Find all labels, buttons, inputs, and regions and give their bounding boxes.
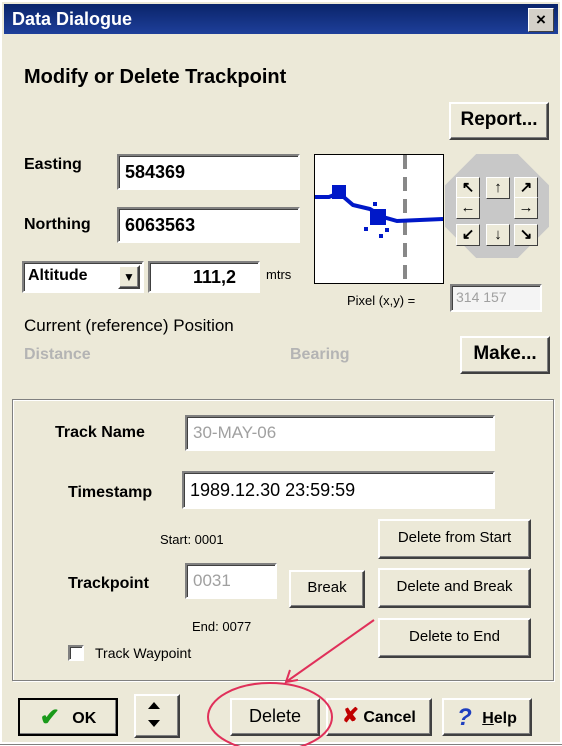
delete-button[interactable]: Delete [230, 698, 320, 736]
altitude-select[interactable]: Altitude ▼ [22, 261, 144, 293]
ok-button[interactable]: ✔ OK [18, 698, 118, 736]
distance-label: Distance [24, 346, 91, 363]
pixel-field: 314 157 [450, 284, 542, 312]
delete-from-start-button[interactable]: Delete from Start [378, 519, 531, 559]
trackpoint-field[interactable]: 0031 [185, 563, 277, 599]
current-trackpoint-marker [370, 209, 386, 225]
cancel-button[interactable]: ✘ Cancel [326, 698, 432, 736]
title-bar[interactable]: Data Dialogue × [4, 4, 558, 34]
make-button[interactable]: Make... [460, 336, 550, 374]
track-waypoint-label: Track Waypoint [95, 645, 192, 661]
track-waypoint-checkbox[interactable] [68, 645, 84, 661]
report-button[interactable]: Report... [449, 102, 549, 140]
question-icon: ? [457, 704, 472, 731]
delete-and-break-button[interactable]: Delete and Break [378, 568, 531, 608]
altitude-field[interactable]: 111,2 [148, 261, 260, 293]
trackpoint-label: Trackpoint [68, 575, 149, 592]
altitude-select-value: Altitude [28, 267, 88, 284]
timestamp-field[interactable]: 1989.12.30 23:59:59 [182, 471, 495, 509]
data-dialogue-window: Data Dialogue × Modify or Delete Trackpo… [0, 0, 562, 746]
close-button[interactable]: × [528, 8, 554, 32]
pan-south-icon[interactable]: ↓ [486, 224, 510, 246]
pan-east-icon[interactable]: → [514, 197, 538, 219]
easting-field[interactable]: 584369 [117, 154, 300, 190]
dialog-heading: Modify or Delete Trackpoint [24, 66, 287, 88]
pan-north-icon[interactable]: ↑ [486, 177, 510, 199]
cross-icon: ✘ [342, 705, 359, 727]
pixel-label: Pixel (x,y) = [347, 293, 416, 308]
pan-southeast-icon[interactable]: ↘ [514, 224, 538, 246]
end-text: End: 0077 [192, 619, 252, 634]
help-label: Help [482, 710, 517, 727]
trackpoint-marker [332, 185, 346, 199]
checkmark-icon: ✔ [39, 704, 60, 731]
start-text: Start: 0001 [160, 532, 224, 547]
easting-label: Easting [24, 156, 82, 173]
window-title: Data Dialogue [12, 9, 133, 29]
timestamp-label: Timestamp [68, 484, 153, 501]
pan-northwest-icon[interactable]: ↖ [456, 177, 480, 199]
help-button[interactable]: ? Help [442, 698, 532, 736]
pan-northeast-icon[interactable]: ↗ [514, 177, 538, 199]
cancel-label: Cancel [363, 709, 416, 726]
current-position-label: Current (reference) Position [24, 316, 234, 335]
spinner-down-icon[interactable] [148, 720, 160, 727]
pan-southwest-icon[interactable]: ↙ [456, 224, 480, 246]
northing-label: Northing [24, 216, 91, 233]
chevron-down-icon[interactable]: ▼ [118, 265, 140, 289]
track-name-field[interactable]: 30-MAY-06 [185, 415, 495, 451]
altitude-unit: mtrs [266, 267, 292, 282]
order-spinner[interactable] [134, 694, 180, 738]
pan-west-icon[interactable]: ← [456, 197, 480, 219]
bearing-label: Bearing [290, 346, 350, 363]
spinner-up-icon[interactable] [148, 702, 160, 709]
break-button[interactable]: Break [289, 570, 365, 608]
northing-field[interactable]: 6063563 [117, 207, 300, 243]
map-preview[interactable] [314, 154, 444, 284]
delete-to-end-button[interactable]: Delete to End [378, 618, 531, 658]
track-name-label: Track Name [55, 424, 145, 441]
ok-label: OK [72, 710, 97, 727]
